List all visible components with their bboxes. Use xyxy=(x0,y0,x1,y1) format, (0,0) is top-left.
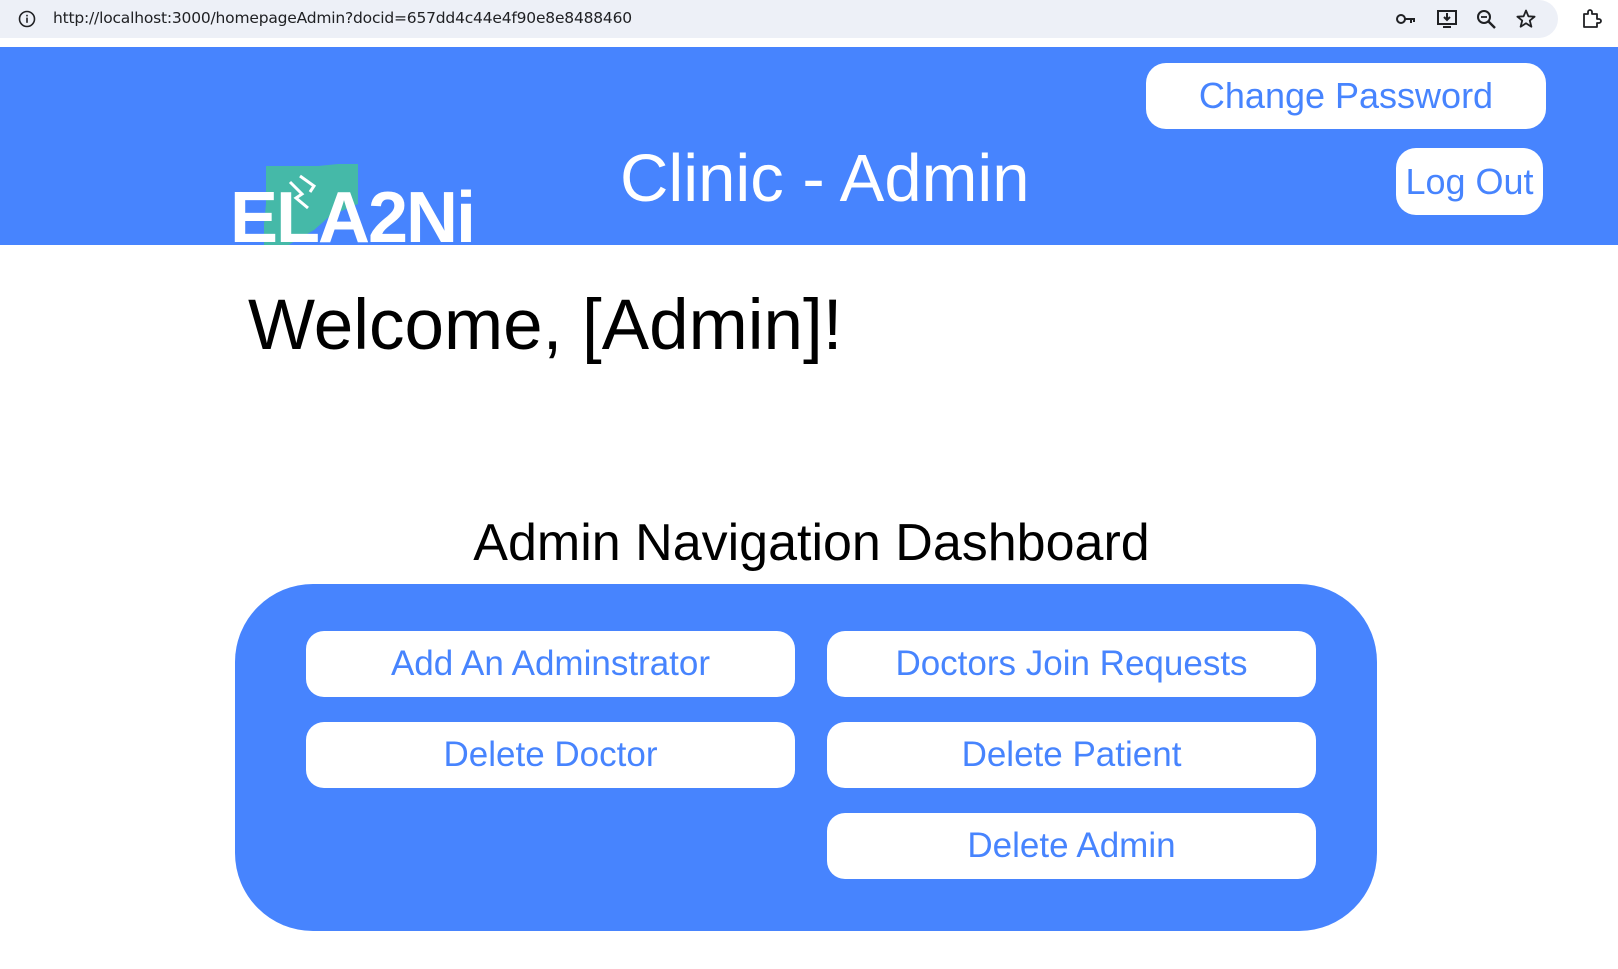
zoom-icon[interactable] xyxy=(1475,8,1497,30)
dashboard-panel: Add An Adminstrator Doctors Join Request… xyxy=(235,584,1377,931)
info-icon[interactable] xyxy=(18,10,36,28)
welcome-heading: Welcome, [Admin]! xyxy=(248,286,843,365)
change-password-button[interactable]: Change Password xyxy=(1146,63,1546,129)
delete-doctor-button[interactable]: Delete Doctor xyxy=(306,722,795,788)
url-text[interactable]: http://localhost:3000/homepageAdmin?doci… xyxy=(53,9,632,27)
browser-toolbar: http://localhost:3000/homepageAdmin?doci… xyxy=(0,0,1618,47)
delete-patient-button[interactable]: Delete Patient xyxy=(827,722,1316,788)
dashboard-title: Admin Navigation Dashboard xyxy=(0,517,1618,569)
key-icon[interactable] xyxy=(1395,8,1417,30)
extensions-icon[interactable] xyxy=(1580,8,1602,30)
logo-text: ELA2Ni xyxy=(230,178,476,245)
add-administrator-button[interactable]: Add An Adminstrator xyxy=(306,631,795,697)
dashboard-title-text: Admin Navigation Dashboard xyxy=(473,514,1150,572)
bookmark-star-icon[interactable] xyxy=(1515,8,1537,30)
logo[interactable]: ELA2Ni xyxy=(230,164,530,245)
install-app-icon[interactable] xyxy=(1436,8,1458,30)
address-bar[interactable]: http://localhost:3000/homepageAdmin?doci… xyxy=(0,0,1558,38)
doctors-join-requests-button[interactable]: Doctors Join Requests xyxy=(827,631,1316,697)
app-header: ELA2Ni Clinic - Admin Change Password Lo… xyxy=(0,47,1618,245)
logout-button[interactable]: Log Out xyxy=(1396,148,1543,215)
delete-admin-button[interactable]: Delete Admin xyxy=(827,813,1316,879)
page-title: Clinic - Admin xyxy=(620,141,1030,216)
